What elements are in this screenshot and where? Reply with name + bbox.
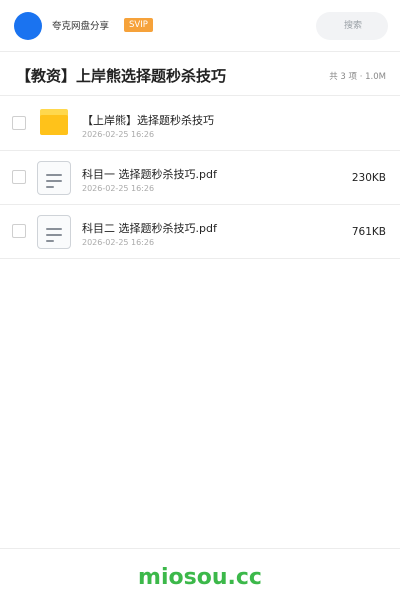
file-date: 2026-02-25 16:26 (82, 238, 155, 247)
select-checkbox[interactable] (12, 224, 26, 238)
search-input[interactable]: 搜索 (316, 12, 388, 40)
folder-icon (40, 109, 68, 135)
file-row-folder[interactable]: 【上岸熊】选择题秒杀技巧 2026-02-25 16:26 (0, 97, 400, 151)
file-date: 2026-02-25 16:26 (82, 184, 155, 193)
select-checkbox[interactable] (12, 170, 26, 184)
file-size: 761KB (351, 226, 386, 238)
select-checkbox[interactable] (12, 116, 26, 130)
file-name[interactable]: 科目二 选择题秒杀技巧.pdf (82, 220, 217, 236)
footer: miosou.cc (0, 548, 400, 600)
svip-badge: SVIP (124, 18, 153, 32)
file-list: 【上岸熊】选择题秒杀技巧 2026-02-25 16:26 科目一 选择题秒杀技… (0, 97, 400, 259)
file-row-pdf-2[interactable]: 科目二 选择题秒杀技巧.pdf 2026-02-25 16:26 761KB (0, 205, 400, 259)
file-row-pdf-1[interactable]: 科目一 选择题秒杀技巧.pdf 2026-02-25 16:26 230KB (0, 151, 400, 205)
share-header: 【教资】上岸熊选择题秒杀技巧 共 3 项 · 1.0M (0, 52, 400, 96)
file-name[interactable]: 【上岸熊】选择题秒杀技巧 (82, 112, 214, 128)
file-name[interactable]: 科目一 选择题秒杀技巧.pdf (82, 166, 217, 182)
brand-watermark: miosou.cc (138, 565, 262, 590)
file-date: 2026-02-25 16:26 (82, 130, 155, 139)
item-summary: 共 3 项 · 1.0M (329, 72, 386, 82)
file-size: 230KB (351, 172, 386, 184)
app-name: 夸克网盘分享 (52, 21, 110, 32)
document-icon (37, 215, 71, 249)
top-bar: 夸克网盘分享 SVIP 搜索 (0, 0, 400, 52)
page-title: 【教资】上岸熊选择题秒杀技巧 (16, 67, 227, 85)
avatar[interactable] (14, 12, 42, 40)
document-icon (37, 161, 71, 195)
